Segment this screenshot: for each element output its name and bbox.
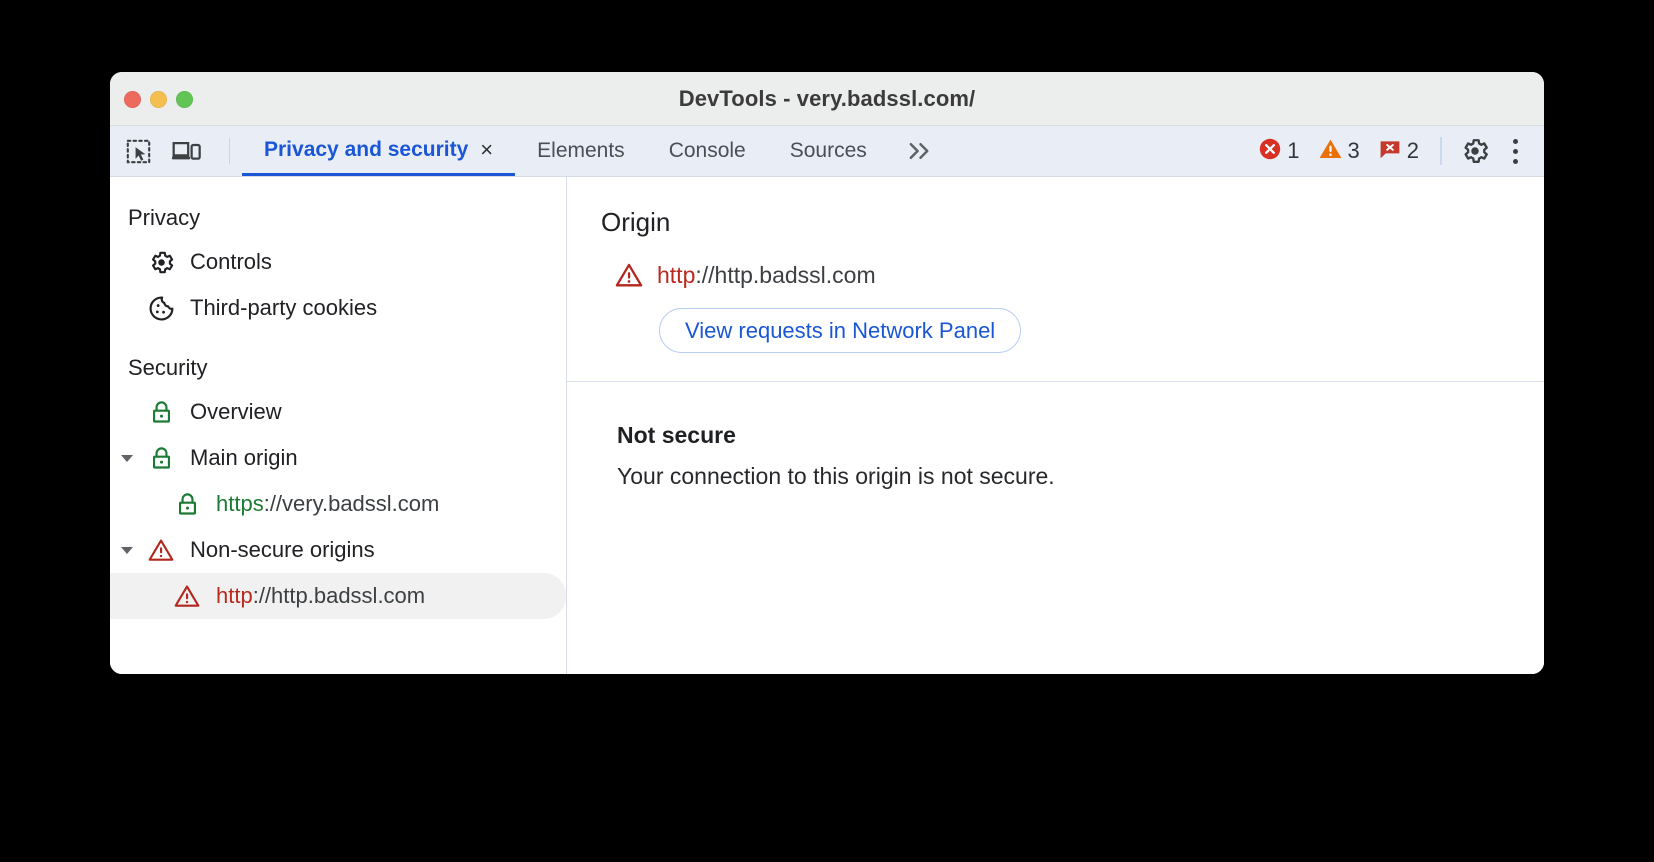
warning-count-value: 3 (1347, 138, 1360, 163)
screen-root: DevTools - very.badssl.com/ Privacy and … (0, 0, 1654, 862)
sidebar-item-main-origin[interactable]: Main origin (110, 435, 566, 481)
sidebar-item-third-party-cookies[interactable]: Third-party cookies (110, 285, 566, 331)
window-titlebar: DevTools - very.badssl.com/ (110, 72, 1544, 126)
sidebar-item-label: Controls (190, 249, 272, 274)
gear-icon[interactable] (1456, 132, 1494, 170)
sidebar-item-http-http-badssl-com[interactable]: http://http.badssl.com (110, 573, 566, 619)
issue-count-badge[interactable]: 2 (1369, 137, 1428, 166)
url-scheme: https (216, 491, 264, 516)
more-tabs-icon[interactable] (889, 126, 952, 176)
minimize-window-button[interactable] (150, 90, 167, 108)
gear-icon (144, 249, 178, 276)
view-requests-in-network-panel-button[interactable]: View requests in Network Panel (659, 308, 1022, 353)
lock-green-icon (170, 491, 204, 518)
sidebar-item-https-very-badssl-com[interactable]: https://very.badssl.com (110, 481, 566, 527)
tab-label: Elements (537, 139, 625, 162)
sidebar-section-privacy: Privacy (128, 205, 201, 230)
sidebar-item-label: Third-party cookies (190, 295, 378, 320)
close-icon[interactable]: × (480, 138, 493, 161)
error-count-badge[interactable]: 1 (1249, 137, 1308, 166)
tab-label: Privacy and security (264, 137, 469, 161)
chevron-down-icon[interactable] (110, 449, 144, 467)
close-window-button[interactable] (124, 90, 141, 108)
error-circle-icon (1258, 137, 1282, 166)
tab-sources[interactable]: Sources (768, 126, 889, 176)
summary-title: Not secure (617, 422, 736, 448)
warning-triangle-red-icon (170, 582, 204, 610)
error-count-value: 1 (1287, 138, 1300, 163)
panel-body: Privacy Controls Third-party cookies Sec… (110, 177, 1544, 674)
sidebar-item-non-secure-origins[interactable]: Non-secure origins (110, 527, 566, 573)
origin-heading: Origin (601, 207, 671, 237)
origin-section: Origin http://http.badssl.com View reque… (567, 177, 1544, 381)
summary-text: Your connection to this origin is not se… (617, 463, 1055, 489)
origin-url-row: http://http.badssl.com (601, 260, 1544, 290)
toolbar-right-divider (1440, 137, 1442, 165)
tab-elements[interactable]: Elements (515, 126, 647, 176)
sidebar-section-security: Security (128, 355, 208, 380)
security-sidebar: Privacy Controls Third-party cookies Sec… (110, 177, 567, 674)
warning-count-badge[interactable]: 3 (1309, 137, 1369, 166)
origin-url: http://http.badssl.com (657, 262, 876, 289)
url-rest: ://very.badssl.com (263, 491, 440, 516)
issue-count-value: 2 (1406, 138, 1419, 163)
inspect-element-icon[interactable] (123, 136, 153, 166)
window-title: DevTools - very.badssl.com/ (678, 85, 976, 111)
lock-green-icon (144, 399, 178, 426)
toolbar-right-group: 1 3 2 (1249, 126, 1544, 176)
issue-message-icon (1378, 137, 1402, 166)
window-traffic-lights (124, 72, 193, 126)
kebab-dot (1512, 148, 1518, 154)
warning-triangle-red-icon (144, 536, 178, 564)
url-rest: ://http.badssl.com (695, 261, 876, 288)
lock-green-icon (144, 445, 178, 472)
sidebar-item-label: Main origin (190, 445, 298, 470)
connection-summary-section: Not secure Your connection to this origi… (567, 382, 1544, 490)
sidebar-item-overview[interactable]: Overview (110, 389, 566, 435)
url-scheme: http (216, 583, 253, 608)
tab-label: Console (668, 139, 746, 162)
sidebar-item-controls[interactable]: Controls (110, 239, 566, 285)
toolbar-left-group (110, 126, 242, 176)
tab-label: Sources (789, 139, 867, 162)
warning-triangle-red-icon (601, 260, 657, 290)
device-toolbar-icon[interactable] (171, 136, 201, 166)
security-main-panel: Origin http://http.badssl.com View reque… (567, 177, 1544, 674)
toolbar-divider (229, 138, 230, 164)
warning-triangle-icon (1318, 137, 1343, 166)
sidebar-item-label: Non-secure origins (190, 537, 375, 562)
url-scheme: http (657, 261, 696, 288)
kebab-dot (1512, 158, 1518, 164)
kebab-dot (1512, 138, 1518, 144)
cookie-icon (144, 295, 178, 322)
maximize-window-button[interactable] (176, 90, 193, 108)
network-button-wrap: View requests in Network Panel (601, 308, 1544, 353)
panel-tabs: Privacy and security × Elements Console … (242, 126, 952, 176)
tab-console[interactable]: Console (647, 126, 768, 176)
devtools-toolbar: Privacy and security × Elements Console … (110, 126, 1544, 177)
devtools-window: DevTools - very.badssl.com/ Privacy and … (110, 72, 1544, 674)
chevron-down-icon[interactable] (110, 541, 144, 559)
sidebar-item-label: https://very.badssl.com (216, 491, 439, 517)
url-rest: ://http.badssl.com (252, 583, 426, 608)
tab-privacy-and-security[interactable]: Privacy and security × (242, 126, 516, 176)
sidebar-item-label: Overview (190, 399, 282, 424)
more-options-icon[interactable] (1500, 132, 1530, 170)
sidebar-item-label: http://http.badssl.com (216, 583, 425, 609)
